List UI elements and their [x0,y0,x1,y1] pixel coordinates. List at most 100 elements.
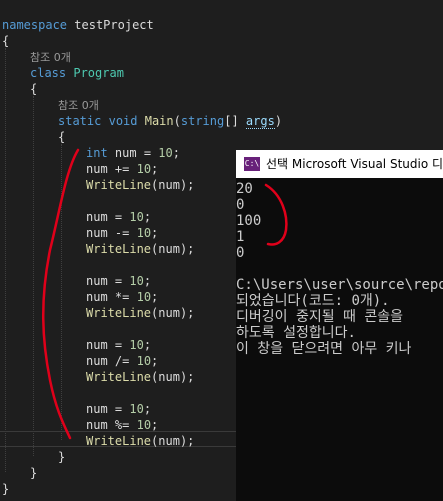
brace: { [30,82,38,96]
semicolon: ; [143,402,152,416]
semicolon: ; [143,274,152,288]
code-line[interactable]: num *= 10; [86,289,158,305]
variable: num [86,402,108,416]
console-output-line: 1 [236,229,245,245]
semicolon: ; [151,226,159,240]
operator: = [136,146,159,160]
brace: } [2,482,10,496]
method-call: WriteLine [86,306,152,320]
semicolon: ; [143,338,152,352]
console-output-line: 100 [236,213,262,229]
code-line[interactable]: num = 10; [86,337,151,353]
code-line[interactable]: num += 10; [86,161,158,177]
number-literal: 10 [129,210,144,224]
argument: num [158,178,180,192]
code-line[interactable]: num = 10; [86,401,151,417]
method-call: WriteLine [86,370,152,384]
console-title-bar[interactable]: C:\ 선택 Microsoft Visual Studio 디버 [236,150,443,178]
keyword-int: int [86,146,108,160]
indent-guide [5,48,6,472]
number-literal: 10 [158,146,173,160]
class-open-brace[interactable]: { [30,81,37,97]
brace: } [58,450,66,464]
debug-console-window[interactable]: C:\ 선택 Microsoft Visual Studio 디버 20 0 1… [236,150,443,501]
operator: += [107,162,137,176]
main-open-brace[interactable]: { [58,129,65,145]
number-literal: 10 [136,418,152,432]
console-message-line: C:\Users\user\source\repos [236,277,443,293]
variable: num [86,226,108,240]
code-line[interactable]: WriteLine(num); [86,433,194,449]
semicolon: ; [151,290,159,304]
variable: num [86,338,108,352]
main-close-brace[interactable]: } [58,449,65,465]
operator: = [107,402,130,416]
variable: num [114,146,137,160]
code-line[interactable]: int num = 10; [86,145,180,161]
array-brackets: [] [224,114,246,128]
code-line[interactable]: num = 10; [86,209,151,225]
variable: num [86,210,108,224]
class-line[interactable]: class Program [30,65,124,81]
operator: -= [107,226,137,240]
console-message-line: 되었습니다(코드: 0개). [236,293,390,309]
code-line[interactable]: WriteLine(num); [86,305,194,321]
operator: = [107,274,130,288]
codelens-main-refs[interactable]: 참조 0개 [58,97,99,113]
argument: num [158,370,180,384]
code-line[interactable]: num /= 10; [86,353,158,369]
console-title: 선택 Microsoft Visual Studio 디버 [266,157,443,171]
number-literal: 10 [136,290,152,304]
namespace-close-brace[interactable]: } [2,481,9,497]
code-line[interactable]: num -= 10; [86,225,158,241]
class-close-brace[interactable]: } [30,465,37,481]
keyword-void: void [108,114,138,128]
operator: *= [107,290,137,304]
number-literal: 10 [136,162,152,176]
indent-guide [61,144,62,440]
argument: num [158,306,180,320]
semicolon: ; [151,418,159,432]
number-literal: 10 [129,402,144,416]
brace: { [2,34,10,48]
keyword-namespace: namespace [2,18,68,32]
semicolon: ; [143,210,152,224]
method-name: Main [144,114,174,128]
number-literal: 10 [136,226,152,240]
indent-guide [33,96,34,456]
argument: num [158,242,180,256]
namespace-name: testProject [74,18,154,32]
code-line[interactable]: num = 10; [86,273,151,289]
namespace-line[interactable]: namespace testProject [2,17,154,33]
codelens-class-refs[interactable]: 참조 0개 [30,49,71,65]
semicolon: ; [151,354,159,368]
code-line[interactable]: WriteLine(num); [86,369,194,385]
class-name: Program [73,66,124,80]
console-message-line: 하도록 설정합니다. [236,325,356,341]
main-signature-line[interactable]: static void Main(string[] args) [58,113,282,129]
method-call: WriteLine [86,178,152,192]
variable: num [86,290,108,304]
code-line[interactable]: WriteLine(num); [86,177,194,193]
console-app-icon: C:\ [244,157,260,171]
operator: = [107,210,130,224]
code-line[interactable]: WriteLine(num); [86,241,194,257]
brace: { [58,130,66,144]
console-output-line: 20 [236,181,253,197]
operator: = [107,338,130,352]
code-line[interactable]: num %= 10; [86,417,158,433]
semicolon: ; [172,146,180,160]
operator: %= [107,418,137,432]
semicolon: ; [151,162,159,176]
parameter-name: args [245,114,275,129]
console-output-line: 0 [236,245,245,261]
paren: ) [274,114,283,128]
variable: num [86,274,108,288]
number-literal: 10 [129,274,144,288]
references-label[interactable]: 참조 0개 [58,99,99,112]
number-literal: 10 [129,338,144,352]
variable: num [86,418,108,432]
references-label[interactable]: 참조 0개 [30,51,71,64]
console-output-line: 0 [236,197,245,213]
namespace-open-brace[interactable]: { [2,33,9,49]
